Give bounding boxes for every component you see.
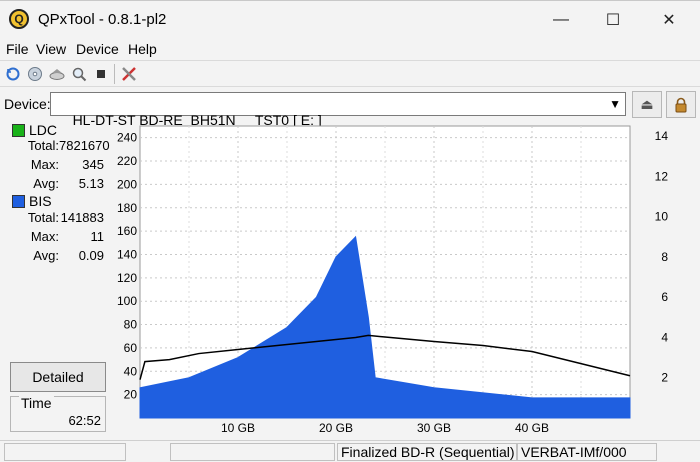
bis-avg: 0.09 xyxy=(78,248,104,263)
bis-legend: BIS xyxy=(12,193,52,209)
y-left-tick-label: 200 xyxy=(117,177,137,191)
y-left-tick-label: 220 xyxy=(117,154,137,168)
bis-avg-row: Avg: 0.09 xyxy=(4,248,104,266)
detailed-button[interactable]: Detailed xyxy=(10,362,106,392)
bis-max: 11 xyxy=(90,229,105,244)
ldc-total-row: Total: 7821670 xyxy=(4,138,110,156)
y-left-tick-label: 180 xyxy=(117,201,137,215)
ldc-name: LDC xyxy=(29,122,58,138)
ldc-avg: 5.13 xyxy=(78,176,104,191)
disc-icon[interactable] xyxy=(26,65,44,83)
bis-total: 141883 xyxy=(60,210,104,225)
menu-help[interactable]: Help xyxy=(128,41,157,57)
ldc-max-row: Max: 345 xyxy=(4,157,104,175)
chart-svg: 20 40 60 80 100 120 140 160 180 200 220 240 2 4 6 8 10 12… xyxy=(117,125,669,435)
eject-disc-icon[interactable] xyxy=(48,65,66,83)
y-left-tick-label: 120 xyxy=(117,271,137,285)
bis-total-row: Total: 141883 xyxy=(4,210,104,228)
time-value: 62:52 xyxy=(68,413,101,428)
close-button[interactable]: ✕ xyxy=(646,1,692,39)
y-left-tick-label: 40 xyxy=(124,364,138,378)
y-left-tick-label: 140 xyxy=(117,247,137,261)
y-right-tick-label: 2 xyxy=(661,371,668,385)
ldc-legend: LDC xyxy=(12,122,57,138)
settings-tools-icon[interactable] xyxy=(120,65,138,83)
bis-name: BIS xyxy=(29,193,52,209)
y-right-tick-label: 8 xyxy=(661,250,668,264)
time-label: Time xyxy=(19,395,54,411)
y-left-tick-label: 60 xyxy=(124,341,138,355)
time-box: Time 62:52 xyxy=(10,395,106,432)
status-cell-1 xyxy=(4,443,126,461)
maximize-button[interactable]: ☐ xyxy=(590,1,636,39)
ldc-total: 7821670 xyxy=(59,138,110,153)
y-left-tick-label: 20 xyxy=(124,388,138,402)
lock-button[interactable] xyxy=(666,91,696,118)
scan-chart: 20 40 60 80 100 120 140 160 180 200 220 240 2 4 6 8 10 12… xyxy=(110,120,700,438)
status-cell-2 xyxy=(170,443,335,461)
y-right-tick-label: 10 xyxy=(655,210,669,224)
y-right-tick-label: 14 xyxy=(655,129,669,143)
window-title: QPxTool - 0.8.1-pl2 xyxy=(38,11,167,28)
x-tick-label: 40 GB xyxy=(515,421,549,435)
app-icon: Q xyxy=(9,9,29,29)
toolbar-separator xyxy=(114,64,115,84)
device-select[interactable]: HL-DT-ST BD-RE BH51N TST0 [ E: ] ▼ xyxy=(50,92,626,128)
status-bar: Finalized BD-R (Sequential) VERBAT-IMf/0… xyxy=(0,440,700,462)
menu-view[interactable]: View xyxy=(36,41,66,57)
y-left-tick-label: 240 xyxy=(117,131,137,145)
menu-file[interactable]: File xyxy=(6,41,29,57)
stop-icon[interactable] xyxy=(92,65,110,83)
ldc-swatch xyxy=(12,123,25,137)
title-bar: Q QPxTool - 0.8.1-pl2 — ☐ ✕ xyxy=(0,0,700,38)
x-tick-label: 30 GB xyxy=(417,421,451,435)
y-left-tick-label: 100 xyxy=(117,294,137,308)
y-right-tick-label: 6 xyxy=(661,290,668,304)
x-tick-label: 20 GB xyxy=(319,421,353,435)
device-bar: Device: HL-DT-ST BD-RE BH51N TST0 [ E: ]… xyxy=(0,86,700,128)
lock-icon xyxy=(675,97,687,112)
media-id-status: VERBAT-IMf/000 xyxy=(517,443,657,461)
y-left-tick-label: 160 xyxy=(117,224,137,238)
refresh-icon[interactable] xyxy=(4,65,22,83)
ldc-avg-row: Avg: 5.13 xyxy=(4,176,104,194)
y-right-tick-label: 4 xyxy=(661,330,668,344)
menu-device[interactable]: Device xyxy=(76,41,119,57)
eject-button[interactable]: ⏏ xyxy=(632,91,662,118)
eject-icon: ⏏ xyxy=(640,96,654,112)
y-right-tick-label: 12 xyxy=(655,169,669,183)
ldc-max: 345 xyxy=(82,157,104,172)
bis-max-row: Max: 11 xyxy=(4,229,104,247)
y-left-tick-label: 80 xyxy=(124,318,138,332)
bis-swatch xyxy=(12,194,25,208)
dropdown-arrow-icon[interactable]: ▼ xyxy=(609,97,621,111)
minimize-button[interactable]: — xyxy=(538,1,584,39)
disc-type-status: Finalized BD-R (Sequential) xyxy=(337,443,517,461)
stats-panel: LDC Total: 7821670 Max: 345 Avg: 5.13 BI… xyxy=(0,120,110,438)
device-label: Device: xyxy=(4,96,51,112)
x-tick-label: 10 GB xyxy=(221,421,255,435)
zoom-icon[interactable] xyxy=(70,65,88,83)
menu-bar: File View Device Help xyxy=(0,38,700,60)
toolbar xyxy=(0,60,700,86)
